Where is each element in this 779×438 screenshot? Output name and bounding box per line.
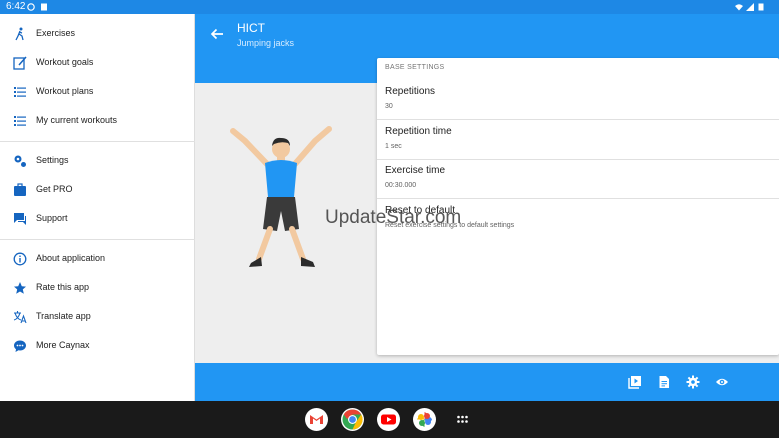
drawer-item-label: More Caynax (36, 340, 90, 350)
edit-icon (13, 56, 27, 70)
setting-exercise-time[interactable]: Exercise time 00:30.000 (377, 159, 779, 199)
gmail-app-icon[interactable] (305, 408, 328, 431)
chrome-app-icon[interactable] (341, 408, 364, 431)
drawer-item-more-caynax[interactable]: More Caynax (0, 332, 195, 360)
wifi-icon (735, 4, 743, 11)
drawer-item-label: Workout goals (36, 57, 94, 67)
settings-header: BASE SETTINGS (385, 64, 445, 71)
grid-icon (457, 415, 468, 423)
star-icon (14, 282, 26, 294)
drawer-item-workout-plans[interactable]: Workout plans (0, 78, 195, 106)
drawer-item-label: Support (36, 213, 68, 223)
eye-icon[interactable] (715, 375, 729, 389)
watermark: UpdateStar.com (325, 207, 462, 228)
info-icon (13, 252, 27, 266)
drawer-item-label: About application (36, 253, 106, 263)
more-chat-icon (14, 340, 26, 352)
drawer-item-support[interactable]: Support (0, 205, 195, 233)
bottom-toolbar (195, 363, 779, 401)
drawer-item-exercises[interactable]: Exercises (0, 20, 195, 48)
drawer-divider (0, 239, 195, 240)
app-launcher-button[interactable] (451, 408, 474, 431)
setting-repetition-time[interactable]: Repetition time 1 sec (377, 120, 779, 160)
translate-icon (13, 311, 27, 324)
back-arrow-icon[interactable] (209, 26, 225, 42)
chat-icon (14, 213, 26, 225)
status-time: 6:42 (6, 1, 26, 12)
photos-icon (417, 412, 432, 427)
setting-value: 00:30.000 (385, 182, 417, 189)
drawer-item-label: My current workouts (36, 115, 118, 125)
drawer-item-label: Rate this app (36, 282, 90, 292)
jumping-jacks-illustration (230, 126, 332, 267)
drawer-item-settings[interactable]: Settings (0, 147, 195, 175)
page-title: HICT (237, 21, 265, 35)
runner-icon (15, 27, 24, 41)
drawer-item-workout-goals[interactable]: Workout goals (0, 49, 195, 77)
settings-gear-icon[interactable] (686, 375, 700, 389)
drawer-item-translate[interactable]: Translate app (0, 303, 195, 331)
sync-icon (27, 3, 35, 11)
checklist-icon (14, 116, 26, 126)
drawer-item-label: Exercises (36, 28, 76, 38)
setting-title: Exercise time (385, 165, 446, 176)
page-subtitle: Jumping jacks (237, 38, 295, 48)
document-icon[interactable] (657, 375, 671, 389)
gmail-icon (310, 415, 323, 424)
drawer-divider (0, 141, 195, 142)
status-bar: 6:42 (0, 0, 779, 14)
setting-title: Repetition time (385, 126, 452, 137)
drawer-item-label: Translate app (36, 311, 91, 321)
setting-value: 1 sec (385, 143, 402, 150)
drawer-item-get-pro[interactable]: Get PRO (0, 176, 195, 204)
chrome-icon (342, 409, 363, 430)
sim-icon (41, 3, 47, 11)
drawer-item-label: Workout plans (36, 86, 94, 96)
video-library-icon[interactable] (628, 375, 642, 389)
youtube-icon (381, 414, 396, 425)
youtube-app-icon[interactable] (377, 408, 400, 431)
settings-icon (14, 155, 26, 167)
signal-icon (746, 3, 754, 11)
pro-icon (14, 183, 26, 196)
setting-title: Repetitions (385, 86, 436, 97)
drawer-item-rate[interactable]: Rate this app (0, 274, 195, 302)
list-icon (14, 87, 26, 97)
drawer-item-label: Get PRO (36, 184, 73, 194)
setting-repetitions[interactable]: Repetitions 30 (377, 80, 779, 120)
main-content: HICT Jumping jacks BASE SETTINGS Repetit… (195, 14, 779, 401)
system-taskbar (0, 401, 779, 438)
setting-value: 30 (385, 103, 393, 110)
photos-app-icon[interactable] (413, 408, 436, 431)
drawer-item-about[interactable]: About application (0, 245, 195, 273)
battery-icon (758, 3, 764, 11)
drawer-item-my-current-workouts[interactable]: My current workouts (0, 107, 195, 135)
drawer-item-label: Settings (36, 155, 69, 165)
navigation-drawer: Exercises Workout goals Workout plans My… (0, 14, 195, 401)
